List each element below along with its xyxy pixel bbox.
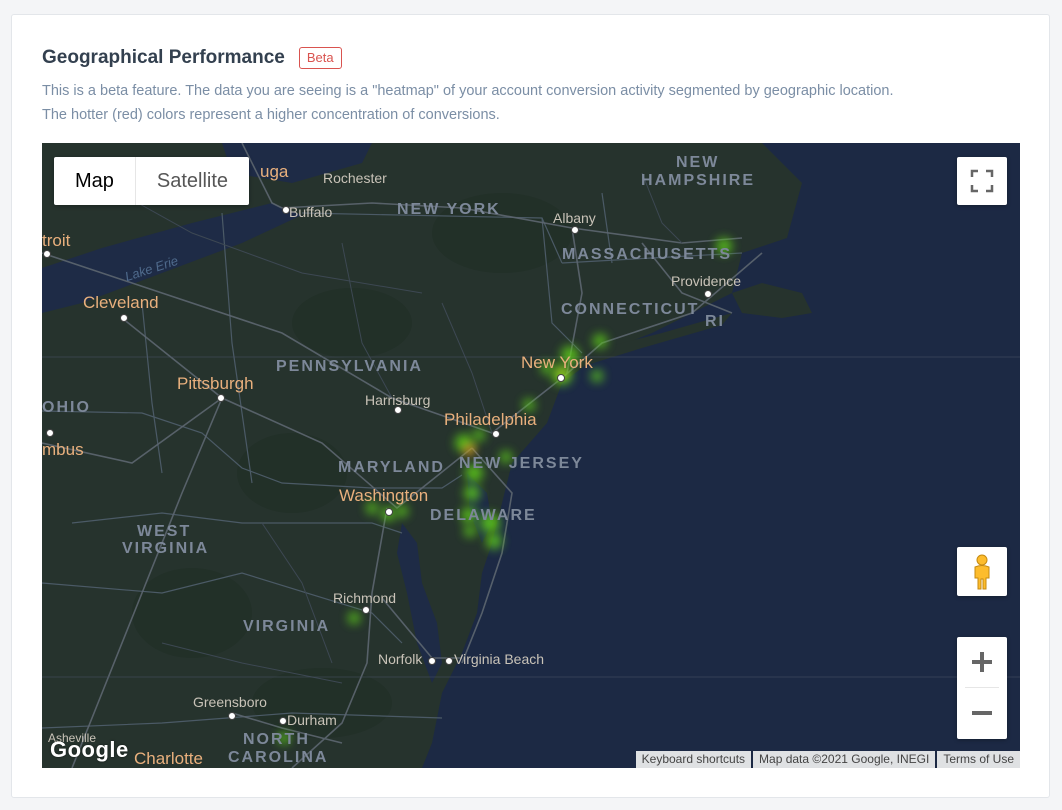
label-virginia: VIRGINIA [243,618,331,635]
label-pennsylvania: PENNSYLVANIA [276,358,423,375]
label-west-virginia-2: VIRGINIA [122,540,210,557]
map-type-satellite-button[interactable]: Satellite [136,157,249,205]
zoom-out-button[interactable] [957,688,1007,738]
street-view-button[interactable] [957,547,1007,596]
map-data-text: Map data ©2021 Google, INEGI [753,751,936,768]
label-washington: Washington [339,486,429,505]
label-charlotte: Charlotte [134,749,203,768]
city-dot [492,430,500,438]
label-philadelphia: Philadelphia [444,410,537,429]
terms-of-use-link[interactable]: Terms of Use [937,751,1020,768]
label-new-york-state: NEW YORK [397,201,501,218]
heatmap-map[interactable]: uga Rochester Buffalo NEW YORK Albany NE… [42,143,1020,768]
map-type-map-button[interactable]: Map [54,157,136,205]
label-pittsburgh: Pittsburgh [177,374,254,393]
geo-performance-card: Geographical Performance Beta This is a … [11,14,1050,798]
city-dot [385,508,393,516]
label-providence: Providence [671,273,742,289]
label-west-virginia-1: WEST [137,523,192,540]
label-albany: Albany [553,210,596,226]
zoom-in-button[interactable] [957,637,1007,687]
label-new-hampshire-2: HAMPSHIRE [641,172,756,189]
label-maryland: MARYLAND [338,459,445,476]
label-buffalo: Buffalo [289,204,333,220]
label-virginia-beach: Virginia Beach [454,651,545,667]
label-columbus: mbus [42,440,84,459]
label-rochester: Rochester [323,170,387,186]
label-ri: RI [705,313,725,330]
label-norfolk: Norfolk [378,651,423,667]
google-logo[interactable]: Google [50,737,129,763]
city-dot [557,374,565,382]
city-dot [43,250,51,258]
minus-icon [972,711,992,715]
city-dot [217,394,225,402]
city-dot [46,429,54,437]
beta-badge: Beta [298,47,342,69]
label-north-carolina-1: NORTH [243,731,310,748]
label-ohio: OHIO [42,399,91,416]
label-durham: Durham [287,712,337,728]
label-detroit: troit [42,231,71,250]
city-dot [228,712,236,720]
city-dot [571,226,579,234]
fullscreen-icon [970,169,994,193]
section-title: Geographical Performance [42,47,285,68]
label-richmond: Richmond [333,590,397,606]
description: This is a beta feature. The data you are… [42,79,894,127]
description-line-2: The hotter (red) colors represent a high… [42,107,500,123]
label-new-jersey: NEW JERSEY [459,455,584,472]
city-dot [704,290,712,298]
keyboard-shortcuts-link[interactable]: Keyboard shortcuts [635,751,752,768]
city-dot [120,314,128,322]
label-north-carolina-2: CAROLINA [228,749,329,766]
title-row: Geographical Performance Beta [42,47,342,69]
plus-icon [972,652,992,672]
zoom-control [957,637,1007,739]
city-dot [394,406,402,414]
label-connecticut: CONNECTICUT [561,301,700,318]
city-dot [428,657,436,665]
label-cayuga: uga [260,162,289,181]
description-line-1: This is a beta feature. The data you are… [42,83,894,99]
city-dot [445,657,453,665]
label-new-hampshire-1: NEW [676,154,720,171]
city-dot [279,717,287,725]
fullscreen-button[interactable] [957,157,1007,205]
city-dot [362,606,370,614]
map-type-control: Map Satellite [54,157,250,205]
map-attribution: Keyboard shortcuts Map data ©2021 Google… [634,751,1020,768]
pegman-icon [974,554,990,589]
label-new-york-city: New York [521,353,593,372]
label-massachusetts: MASSACHUSETTS [562,246,733,263]
label-delaware: DELAWARE [430,507,537,524]
label-cleveland: Cleveland [83,293,159,312]
label-greensboro: Greensboro [193,694,267,710]
